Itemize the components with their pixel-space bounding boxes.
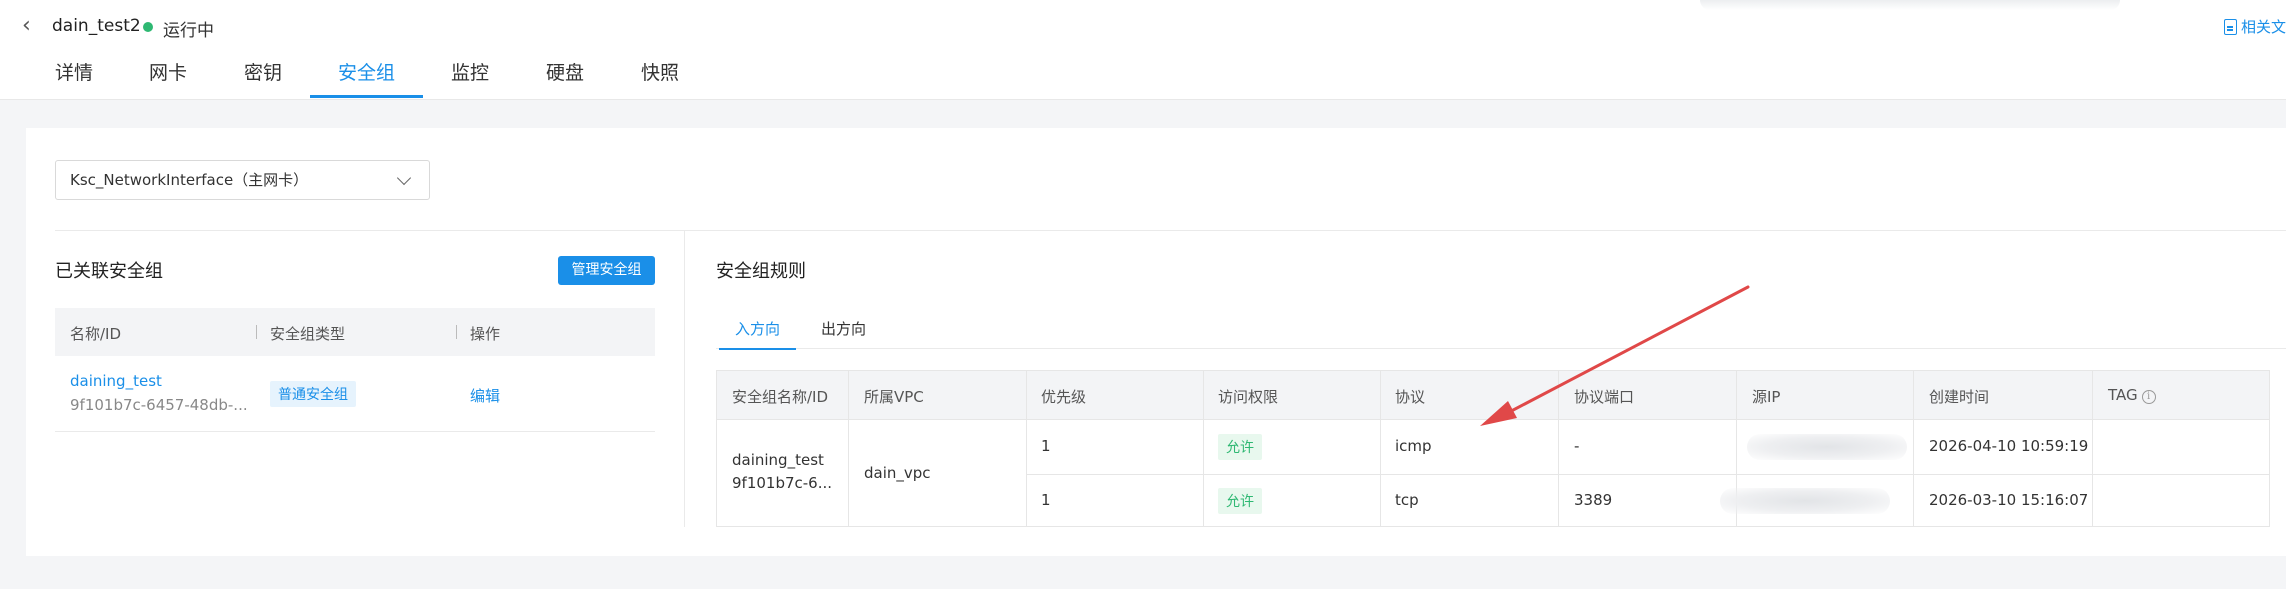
tab-outbound[interactable]: 出方向: [821, 318, 866, 348]
col-source-ip: 源IP: [1752, 388, 1781, 406]
rules-table: 安全组名称/ID 所属VPC 优先级 访问权限 协议 协议端口 源IP 创建时间…: [716, 370, 2270, 527]
rule-protocol: tcp: [1395, 491, 1419, 509]
col-vpc: 所属VPC: [864, 388, 924, 406]
rule-group-id: 9f101b7c-6...: [732, 474, 833, 492]
col-action: 操作: [470, 325, 501, 343]
tab-nic[interactable]: 网卡: [148, 56, 188, 98]
col-protocol: 协议: [1395, 388, 1426, 406]
col-name-id: 名称/ID: [70, 325, 122, 343]
col-priority: 优先级: [1041, 388, 1087, 406]
tab-keys[interactable]: 密钥: [243, 56, 283, 98]
edit-link[interactable]: 编辑: [470, 385, 500, 406]
direction-tabs: 入方向 出方向: [716, 312, 2286, 350]
col-group-name-id: 安全组名称/ID: [732, 388, 829, 406]
rule-priority: 1: [1041, 491, 1051, 509]
status-text: 运行中: [163, 21, 214, 41]
rule-protocol: icmp: [1395, 437, 1432, 455]
permission-badge: 允许: [1218, 434, 1262, 460]
chevron-down-icon: [396, 170, 412, 186]
rule-priority: 1: [1041, 437, 1051, 455]
group-id: 9f101b7c-6457-48db-...: [70, 396, 248, 414]
docs-link[interactable]: 相关文: [2223, 16, 2286, 37]
col-tag-label: TAG: [2108, 386, 2138, 404]
column-line: [1913, 371, 1914, 526]
column-line: [1026, 371, 1027, 526]
table-row: daining_test 9f101b7c-6457-48db-... 普通安全…: [55, 356, 655, 432]
tab-snapshot[interactable]: 快照: [640, 56, 680, 98]
col-type: 安全组类型: [270, 325, 346, 343]
row-line: [1026, 474, 2269, 475]
column-line: [2092, 371, 2093, 526]
associated-table-header: 名称/ID 安全组类型 操作: [55, 308, 655, 356]
document-icon: [2223, 19, 2237, 35]
docs-link-label: 相关文: [2240, 18, 2286, 36]
source-ip-redacted: [1747, 434, 1907, 460]
rule-port: -: [1574, 437, 1580, 455]
col-tag: TAG i: [2108, 386, 2156, 404]
manage-security-group-button[interactable]: 管理安全组: [558, 256, 655, 285]
instance-name: dain_test2: [52, 16, 141, 36]
col-port: 协议端口: [1574, 388, 1635, 406]
tab-details[interactable]: 详情: [54, 56, 94, 98]
rule-group-name-link[interactable]: daining_test: [732, 451, 824, 469]
chevron-left-icon[interactable]: ‹: [22, 14, 44, 38]
nic-select-value: Ksc_NetworkInterface（主网卡）: [70, 171, 309, 189]
vpc-link[interactable]: dain_vpc: [864, 464, 931, 482]
tab-disk[interactable]: 硬盘: [545, 56, 585, 98]
status-dot-icon: [143, 22, 153, 32]
column-separator: [256, 325, 257, 339]
source-ip-redacted: [1720, 488, 1890, 514]
group-name-link[interactable]: daining_test: [70, 372, 162, 390]
associated-title: 已关联安全组: [55, 261, 163, 282]
col-permission: 访问权限: [1218, 388, 1279, 406]
column-line: [1380, 371, 1381, 526]
rule-created: 2026-04-10 10:59:19: [1929, 437, 2089, 455]
column-line: [848, 371, 849, 526]
page-header: ‹ dain_test2 运行中 相关文 详情 网卡 密钥 安全组 监控 硬盘 …: [0, 0, 2286, 100]
group-type-badge: 普通安全组: [270, 381, 356, 407]
column-line: [1558, 371, 1559, 526]
column-separator: [456, 325, 457, 339]
divider-vertical: [684, 231, 685, 527]
info-icon[interactable]: i: [2141, 390, 2156, 404]
rule-created: 2026-03-10 15:16:07: [1929, 491, 2089, 509]
tab-monitor[interactable]: 监控: [450, 56, 490, 98]
rules-title: 安全组规则: [716, 261, 806, 282]
permission-badge: 允许: [1218, 488, 1262, 514]
tab-inbound[interactable]: 入方向: [718, 318, 797, 350]
column-line: [1203, 371, 1204, 526]
rules-table-header: 安全组名称/ID 所属VPC 优先级 访问权限 协议 协议端口 源IP 创建时间…: [717, 371, 2269, 420]
rule-port: 3389: [1574, 491, 1613, 509]
col-created: 创建时间: [1929, 388, 1990, 406]
tab-security-group[interactable]: 安全组: [310, 56, 423, 98]
redacted-area: [1700, 0, 2120, 10]
nic-select[interactable]: Ksc_NetworkInterface（主网卡）: [55, 160, 430, 200]
divider: [55, 230, 2286, 231]
